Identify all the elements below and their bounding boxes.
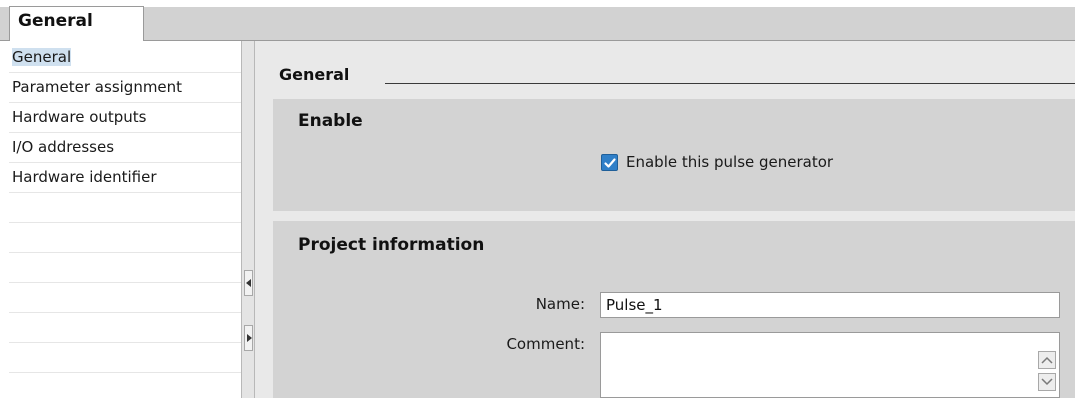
collapse-left-icon: [246, 279, 251, 287]
tab-strip-background: [0, 7, 1075, 41]
sidebar-nav: General Parameter assignment Hardware ou…: [0, 41, 241, 398]
expand-right-button[interactable]: [244, 325, 253, 351]
scroll-up-icon: [1041, 356, 1053, 364]
section-title: General: [279, 65, 360, 84]
sidebar-empty-row: [9, 253, 241, 283]
tab-strip: General: [0, 0, 1075, 42]
scroll-up-button[interactable]: [1038, 351, 1056, 369]
project-information-group: Project information Name: Comment:: [273, 221, 1075, 398]
enable-group: Enable Enable this pulse generator: [273, 99, 1075, 211]
sidebar-item-label: Hardware identifier: [12, 168, 157, 186]
sidebar-item-hardware-outputs[interactable]: Hardware outputs: [9, 103, 241, 133]
enable-pulse-generator-checkbox[interactable]: Enable this pulse generator: [601, 153, 833, 171]
scroll-down-icon: [1041, 378, 1053, 386]
scroll-down-button[interactable]: [1038, 373, 1056, 391]
panel-splitter[interactable]: [241, 41, 255, 398]
main-panel: General Enable Enable this pulse generat…: [255, 41, 1075, 398]
expand-right-icon: [247, 334, 252, 342]
sidebar-empty-row: [9, 343, 241, 373]
collapse-left-button[interactable]: [244, 270, 253, 296]
name-field[interactable]: [600, 292, 1060, 318]
sidebar-item-hardware-identifier[interactable]: Hardware identifier: [9, 163, 241, 193]
sidebar-empty-row: [9, 373, 241, 398]
sidebar-item-label: I/O addresses: [12, 138, 115, 156]
enable-group-title: Enable: [298, 111, 363, 131]
sidebar-empty-row: [9, 223, 241, 253]
comment-label: Comment:: [506, 335, 585, 353]
sidebar-empty-row: [9, 283, 241, 313]
checkmark-icon: [604, 157, 616, 168]
sidebar-empty-row: [9, 193, 241, 223]
checkbox[interactable]: [601, 153, 618, 171]
tab-general[interactable]: General: [9, 6, 144, 42]
sidebar-item-label: General: [12, 48, 72, 66]
project-information-title: Project information: [298, 235, 485, 255]
sidebar-empty-row: [9, 313, 241, 343]
sidebar-item-parameter-assignment[interactable]: Parameter assignment: [9, 73, 241, 103]
name-label: Name:: [535, 295, 585, 313]
sidebar-item-io-addresses[interactable]: I/O addresses: [9, 133, 241, 163]
sidebar-item-general[interactable]: General: [9, 43, 241, 73]
comment-field[interactable]: [600, 332, 1060, 398]
sidebar-item-label: Hardware outputs: [12, 108, 147, 126]
checkbox-label: Enable this pulse generator: [626, 153, 834, 171]
section-divider: [385, 83, 1075, 84]
sidebar-item-label: Parameter assignment: [12, 78, 183, 96]
